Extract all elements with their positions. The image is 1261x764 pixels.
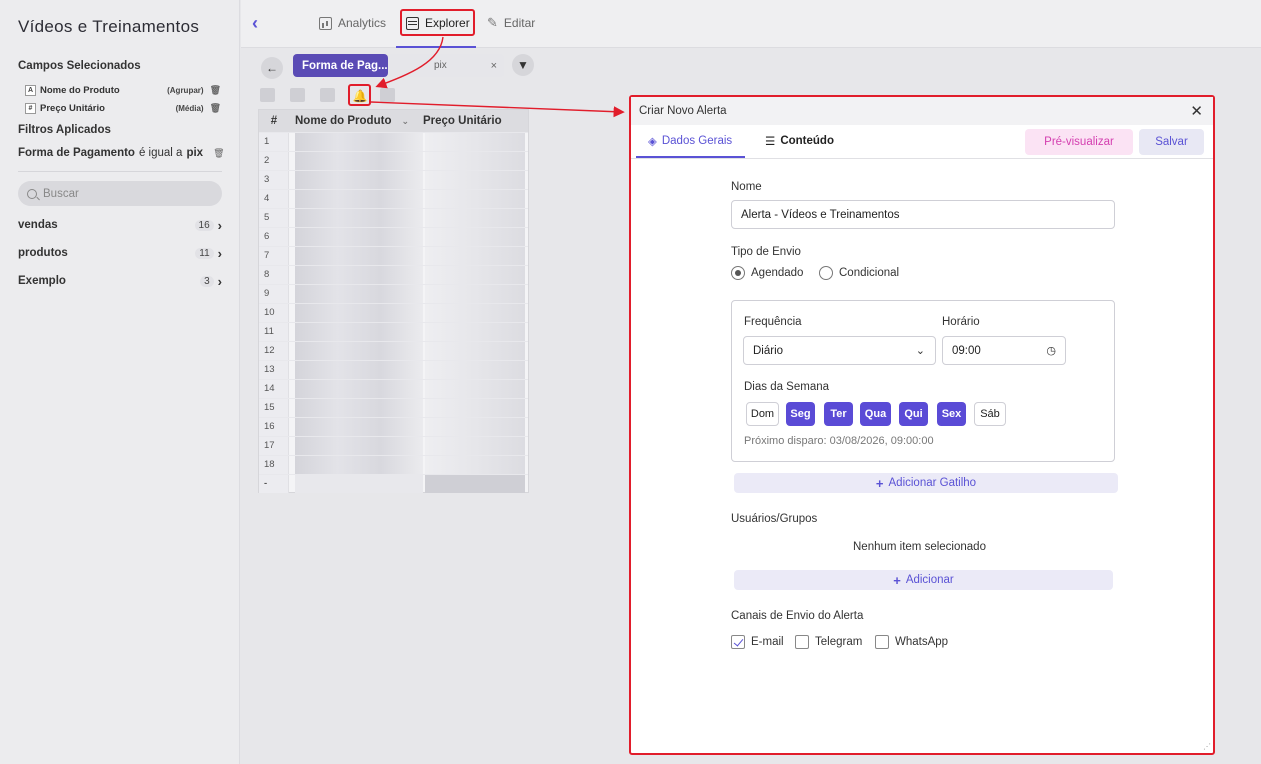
radio-agendado[interactable]: Agendado bbox=[731, 266, 803, 280]
resize-handle-icon[interactable]: ⋰ bbox=[1203, 742, 1211, 751]
radio-label: Condicional bbox=[839, 267, 900, 279]
frequency-select[interactable]: Diário ⌄ bbox=[743, 336, 936, 365]
weekday-button[interactable]: Qui bbox=[899, 402, 928, 426]
add-trigger-button[interactable]: + Adicionar Gatilho bbox=[734, 473, 1118, 493]
weekday-button[interactable]: Qua bbox=[860, 402, 891, 426]
name-input[interactable]: Alerta - Vídeos e Treinamentos bbox=[731, 200, 1115, 229]
frequency-value: Diário bbox=[753, 344, 784, 357]
time-label: Horário bbox=[942, 316, 980, 328]
time-input[interactable]: 09:00 ◷ bbox=[942, 336, 1066, 365]
list-icon: ☰ bbox=[765, 136, 776, 148]
users-label: Usuários/Grupos bbox=[731, 513, 818, 525]
channel-checkbox[interactable]: WhatsApp bbox=[875, 635, 948, 649]
save-button[interactable]: Salvar bbox=[1139, 129, 1204, 155]
weekday-button[interactable]: Sáb bbox=[974, 402, 1006, 426]
button-label: Adicionar Gatilho bbox=[888, 477, 977, 489]
add-user-button[interactable]: + Adicionar bbox=[734, 570, 1113, 590]
channel-checkbox[interactable]: Telegram bbox=[795, 635, 862, 649]
create-alert-modal: Criar Novo Alerta ✕ ◈ Dados Gerais ☰ Con… bbox=[629, 95, 1215, 755]
weekday-button[interactable]: Seg bbox=[786, 402, 815, 426]
radio-condicional[interactable]: Condicional bbox=[819, 266, 899, 280]
modal-tabs: ◈ Dados Gerais ☰ Conteúdo Pré-visualizar… bbox=[631, 125, 1213, 159]
close-icon[interactable]: ✕ bbox=[1190, 102, 1203, 120]
button-label: Adicionar bbox=[905, 574, 954, 586]
tab-conteudo[interactable]: ☰ Conteúdo bbox=[765, 134, 834, 148]
tab-label: Conteúdo bbox=[780, 135, 834, 147]
active-tab-indicator bbox=[636, 156, 745, 158]
channel-checkbox[interactable]: E-mail bbox=[731, 635, 784, 649]
users-empty-text: Nenhum item selecionado bbox=[853, 541, 986, 553]
next-fire-text: Próximo disparo: 03/08/2026, 09:00:00 bbox=[744, 435, 934, 447]
frequency-label: Frequência bbox=[744, 316, 802, 328]
tab-label: Dados Gerais bbox=[661, 135, 733, 147]
layers-icon: ◈ bbox=[648, 136, 657, 148]
checkbox-label: Telegram bbox=[815, 636, 863, 648]
channels-label: Canais de Envio do Alerta bbox=[731, 610, 864, 622]
time-value: 09:00 bbox=[952, 344, 981, 357]
checkbox-empty-icon bbox=[795, 635, 809, 649]
name-label: Nome bbox=[731, 181, 762, 193]
checkbox-checked-icon bbox=[731, 635, 745, 649]
plus-icon: + bbox=[893, 572, 901, 588]
weekday-button[interactable]: Ter bbox=[824, 402, 853, 426]
radio-unselected-icon bbox=[819, 266, 833, 280]
chevron-down-icon: ⌄ bbox=[915, 345, 925, 357]
modal-header: Criar Novo Alerta ✕ bbox=[631, 97, 1213, 125]
modal-title: Criar Novo Alerta bbox=[639, 105, 727, 117]
weekday-button[interactable]: Sex bbox=[937, 402, 966, 426]
clock-icon: ◷ bbox=[1046, 345, 1056, 357]
send-type-label: Tipo de Envio bbox=[731, 246, 801, 258]
checkbox-label: E-mail bbox=[751, 636, 784, 648]
radio-selected-icon bbox=[731, 266, 745, 280]
weekdays-label: Dias da Semana bbox=[744, 381, 830, 393]
checkbox-label: WhatsApp bbox=[895, 636, 949, 648]
tab-dados-gerais[interactable]: ◈ Dados Gerais bbox=[648, 134, 732, 148]
preview-button[interactable]: Pré-visualizar bbox=[1025, 129, 1133, 155]
checkbox-empty-icon bbox=[875, 635, 889, 649]
plus-icon: + bbox=[875, 475, 884, 491]
weekday-button[interactable]: Dom bbox=[746, 402, 779, 426]
radio-label: Agendado bbox=[751, 267, 804, 279]
